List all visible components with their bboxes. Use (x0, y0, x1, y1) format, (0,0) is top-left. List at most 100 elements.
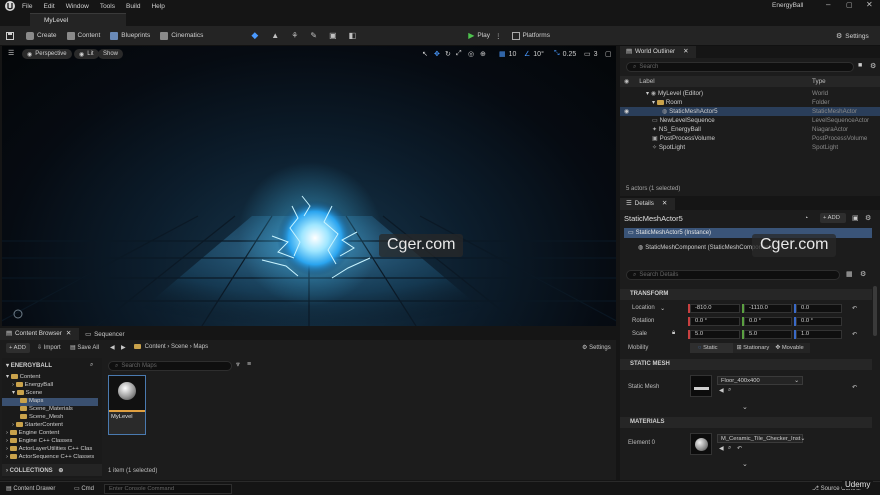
reset-location-icon[interactable]: ↶ (852, 305, 857, 312)
scale-x-field[interactable]: 5.0 (690, 330, 740, 339)
details-settings-icon[interactable]: ⚙ (865, 214, 871, 222)
label-column-header[interactable]: Label (639, 78, 654, 85)
save-all-button[interactable]: ▤ Save All (70, 344, 99, 351)
select-tool-icon[interactable]: ↖ (422, 49, 428, 59)
search-icon[interactable]: ⌕ (90, 362, 93, 369)
add-collection-icon[interactable]: ⊕ (58, 468, 63, 474)
play-options-icon[interactable]: ⋮ (495, 32, 502, 40)
close-tab-icon[interactable]: ✕ (683, 48, 688, 55)
forward-icon[interactable]: ▶ (121, 344, 126, 351)
actor-name[interactable]: StaticMeshActor5 (624, 214, 683, 223)
tab-sequencer[interactable]: ▭ Sequencer (79, 331, 130, 338)
type-column-header[interactable]: Type (812, 78, 826, 85)
play-button[interactable]: ▶ Play ⋮ (468, 31, 501, 40)
breadcrumb-content[interactable]: Content (145, 344, 166, 350)
sources-root-label[interactable]: ▾ ENERGYBALL (6, 362, 52, 369)
blueprints-button[interactable]: Blueprints (110, 31, 150, 40)
tree-item-engine-content[interactable]: › Engine Content (2, 430, 98, 438)
tab-world-outliner[interactable]: ▤ World Outliner ✕ (620, 46, 697, 58)
content-search-input[interactable]: ⌕ Search Maps (108, 361, 232, 371)
add-folder-icon[interactable]: ■ (858, 62, 862, 69)
outliner-row-folder[interactable]: ▾ Room Folder (620, 98, 880, 107)
show-button[interactable]: Show (98, 49, 124, 59)
platforms-button[interactable]: Platforms (511, 31, 550, 40)
camera-speed-control[interactable]: ▭ 3 (584, 49, 598, 59)
outliner-row-static-mesh[interactable]: ◉ ◍ StaticMeshActor5 StaticMeshActor (620, 107, 880, 116)
surface-snap-icon[interactable]: ⊕ (480, 49, 486, 59)
clear-material-icon[interactable]: ↶ (737, 445, 742, 452)
rotation-z-field[interactable]: 0.0 ° (796, 317, 842, 326)
menu-build[interactable]: Build (126, 3, 140, 10)
breadcrumb-scene[interactable]: Scene (171, 344, 188, 350)
details-options-icon[interactable]: ⚙ (860, 270, 866, 278)
static-mesh-thumbnail[interactable] (690, 375, 712, 397)
static-mesh-dropdown[interactable]: Floor_400x400 ⌄ (717, 376, 803, 385)
viewport-menu-icon[interactable]: ☰ (8, 49, 14, 57)
location-dropdown-icon[interactable]: ⌄ (626, 304, 668, 313)
location-z-field[interactable]: 0.0 (796, 304, 842, 313)
location-x-field[interactable]: -810.0 (690, 304, 740, 313)
maximize-icon[interactable]: ▢ (846, 1, 853, 9)
reset-mesh-icon[interactable]: ↶ (852, 384, 857, 391)
scale-y-field[interactable]: 5.0 (744, 330, 792, 339)
fracture-mode-icon[interactable]: ◧ (349, 31, 357, 40)
details-scrollbar[interactable] (873, 286, 877, 336)
breadcrumb-maps[interactable]: Maps (193, 344, 208, 350)
collections-section[interactable]: › COLLECTIONS ⊕ (2, 464, 102, 476)
scale-snap-control[interactable]: ⤡ 0.25 (554, 49, 576, 59)
world-space-icon[interactable]: ◎ (468, 49, 474, 59)
expand-material-chevron-icon[interactable]: ⌄ (742, 460, 748, 468)
expand-chevron-icon[interactable]: ⌄ (742, 403, 748, 411)
tree-item-content[interactable]: ▾ Content (2, 374, 98, 382)
rotation-y-field[interactable]: 0.0 ° (744, 317, 792, 326)
asset-tile-mylevel[interactable]: MyLevel (108, 375, 146, 435)
back-icon[interactable]: ◀ (110, 344, 115, 351)
foliage-mode-icon[interactable]: ⚘ (291, 31, 298, 40)
tree-item-actorsequence[interactable]: › ActorSequence C++ Classes (2, 454, 98, 462)
outliner-row-niagara[interactable]: ✦ NS_EnergyBall NiagaraActor (620, 125, 880, 134)
console-input[interactable]: Enter Console Command (104, 484, 232, 494)
visibility-icon[interactable]: ◉ (624, 108, 629, 115)
menu-tools[interactable]: Tools (100, 3, 115, 10)
menu-edit[interactable]: Edit (43, 3, 54, 10)
browse-material-icon[interactable]: ⌕ (728, 445, 731, 452)
viewport-layout-icon[interactable]: ▢ (605, 49, 612, 59)
unreal-logo-icon[interactable] (4, 0, 16, 12)
property-matrix-icon[interactable]: ▦ (846, 270, 853, 278)
menu-file[interactable]: File (22, 3, 32, 10)
add-component-button[interactable]: + ADD (820, 213, 846, 223)
lock-icon[interactable]: ◔ (804, 215, 808, 222)
mobility-static-option[interactable]: ◌ Static (690, 343, 733, 353)
select-mode-icon[interactable]: ◆ (251, 30, 258, 41)
tree-item-actorlayer[interactable]: › ActorLayerUtilities C++ Clas (2, 446, 98, 454)
outliner-row-spotlight[interactable]: ✧ SpotLight SpotLight (620, 143, 880, 152)
tab-content-browser[interactable]: ▤ Content Browser ✕ (0, 328, 80, 340)
tree-item-scene-materials[interactable]: Scene_Materials (2, 406, 98, 414)
content-drawer-button[interactable]: ▤ Content Drawer (6, 485, 55, 492)
browse-icon[interactable]: ⌕ (728, 387, 731, 394)
scale-tool-icon[interactable]: ⤢ (456, 49, 462, 59)
create-button[interactable]: Create (26, 31, 57, 40)
close-tab-icon[interactable]: ✕ (66, 330, 71, 337)
static-mesh-section-header[interactable]: STATIC MESH (620, 359, 872, 370)
outliner-search-input[interactable]: ⌕ Search (626, 62, 854, 72)
minimize-icon[interactable]: – (826, 0, 830, 9)
tab-details[interactable]: ☰ Details ✕ (620, 198, 676, 210)
tree-item-energyball[interactable]: › EnergyBall (2, 382, 98, 390)
lit-button[interactable]: ◉ Lit (74, 49, 99, 59)
content-button[interactable]: Content (66, 31, 100, 40)
tree-item-engine-cpp[interactable]: › Engine C++ Classes (2, 438, 98, 446)
blueprint-icon[interactable]: ▣ (852, 214, 859, 222)
landscape-mode-icon[interactable]: ▲ (271, 31, 279, 40)
use-selected-material-icon[interactable]: ◀ (719, 445, 724, 452)
mobility-stationary-option[interactable]: ⊞ Stationary (733, 343, 772, 353)
perspective-button[interactable]: ◉ Perspective (22, 49, 72, 59)
rotation-x-field[interactable]: 0.0 ° (690, 317, 740, 326)
outliner-row-postprocess[interactable]: ▣ PostProcessVolume PostProcessVolume (620, 134, 880, 143)
close-icon[interactable]: ✕ (866, 0, 873, 9)
use-selected-icon[interactable]: ◀ (719, 387, 724, 394)
level-viewport[interactable]: ☰ ◉ Perspective ◉ Lit Show ↖ ✥ ↻ ⤢ ◎ ⊕ ▦ 10… (2, 46, 616, 326)
material-thumbnail[interactable] (690, 433, 712, 455)
modeling-mode-icon[interactable]: ▣ (329, 31, 337, 40)
translate-tool-icon[interactable]: ✥ (434, 49, 440, 59)
